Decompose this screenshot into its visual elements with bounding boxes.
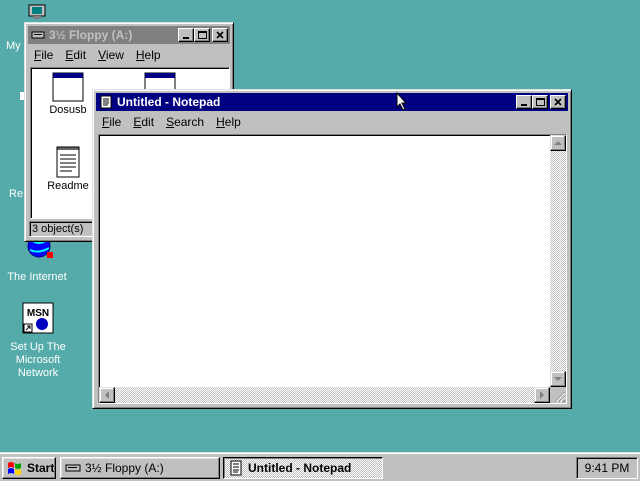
floppy-drive-icon [31, 31, 45, 39]
floppy-menu-view[interactable]: View [92, 48, 130, 62]
notepad-menu-search[interactable]: Search [160, 115, 210, 129]
resize-grip-icon [554, 391, 566, 403]
application-window-icon [52, 72, 84, 102]
my-computer-icon-partial[interactable] [28, 4, 46, 23]
msn-badge-text: MSN [27, 308, 49, 319]
notepad-minimize-button[interactable] [516, 95, 532, 109]
mouse-pointer-icon [396, 92, 408, 111]
msn-label-line2: Microsoft [15, 354, 61, 366]
file-item-dosusb-label: Dosusb [49, 104, 87, 116]
close-icon [216, 31, 224, 39]
system-tray: 9:41 PM [576, 457, 638, 479]
floppy-minimize-button[interactable] [178, 28, 194, 42]
arrow-left-icon [104, 391, 109, 399]
scroll-up-button[interactable] [550, 135, 566, 151]
scroll-down-button[interactable] [550, 371, 566, 387]
floppy-menu-file[interactable]: File [28, 48, 59, 62]
notepad-vertical-scrollbar[interactable] [550, 135, 566, 387]
arrow-up-icon [554, 140, 562, 145]
taskbar-button-floppy[interactable]: 3½ Floppy (A:) [60, 457, 220, 479]
setup-msn-icon[interactable]: MSN Set Up The Microsoft Network [2, 302, 74, 380]
arrow-right-icon [539, 391, 544, 399]
taskbar-floppy-label: 3½ Floppy (A:) [85, 461, 164, 475]
start-label: Start [27, 461, 55, 475]
minimize-icon [183, 37, 189, 39]
maximize-icon [535, 98, 545, 106]
minimize-icon [521, 104, 527, 106]
floppy-menu-edit[interactable]: Edit [59, 48, 92, 62]
arrow-down-icon [554, 376, 562, 381]
computer-icon [28, 4, 46, 19]
floppy-menu-help[interactable]: Help [130, 48, 167, 62]
floppy-titlebar[interactable]: 3½ Floppy (A:) [28, 26, 230, 44]
maximize-icon [197, 31, 207, 39]
floppy-close-button[interactable] [212, 28, 228, 42]
clock[interactable]: 9:41 PM [585, 461, 630, 475]
close-icon [554, 98, 562, 106]
the-internet-label: The Internet [7, 271, 67, 283]
notepad-menubar: File Edit Search Help [96, 112, 568, 131]
floppy-menubar: File Edit View Help [28, 45, 230, 64]
notepad-menu-file[interactable]: File [96, 115, 127, 129]
start-button[interactable]: Start [2, 457, 56, 479]
file-item-readme-label: Readme [47, 180, 89, 192]
notepad-titlebar[interactable]: Untitled - Notepad [96, 93, 568, 111]
taskbar-button-notepad[interactable]: Untitled - Notepad [223, 457, 383, 479]
notepad-icon [100, 95, 112, 109]
notepad-menu-help[interactable]: Help [210, 115, 247, 129]
scroll-left-button[interactable] [99, 387, 115, 403]
notepad-menu-edit[interactable]: Edit [127, 115, 160, 129]
notepad-maximize-button[interactable] [532, 95, 548, 109]
msn-icon: MSN [22, 302, 54, 334]
taskbar: Start 3½ Floppy (A:) Untitled - Notepad … [0, 452, 640, 481]
floppy-drive-icon [65, 464, 81, 472]
notepad-title: Untitled - Notepad [117, 95, 221, 109]
notepad-window[interactable]: Untitled - Notepad File Edit Search Help [92, 89, 572, 409]
notepad-icon [230, 460, 242, 476]
floppy-maximize-button[interactable] [194, 28, 210, 42]
recycle-bin-label: Re [9, 188, 24, 200]
scroll-right-button[interactable] [534, 387, 550, 403]
floppy-title: 3½ Floppy (A:) [49, 28, 133, 42]
text-document-icon [56, 146, 80, 178]
size-grip[interactable] [550, 387, 566, 403]
taskbar-notepad-label: Untitled - Notepad [248, 461, 352, 475]
msn-label-line1: Set Up The [10, 341, 66, 353]
my-computer-label: My [6, 40, 21, 52]
notepad-close-button[interactable] [550, 95, 566, 109]
notepad-horizontal-scrollbar[interactable] [99, 387, 550, 403]
windows-logo-icon [8, 462, 21, 475]
notepad-text-area[interactable] [98, 134, 567, 404]
msn-label-line3: Network [17, 367, 59, 379]
